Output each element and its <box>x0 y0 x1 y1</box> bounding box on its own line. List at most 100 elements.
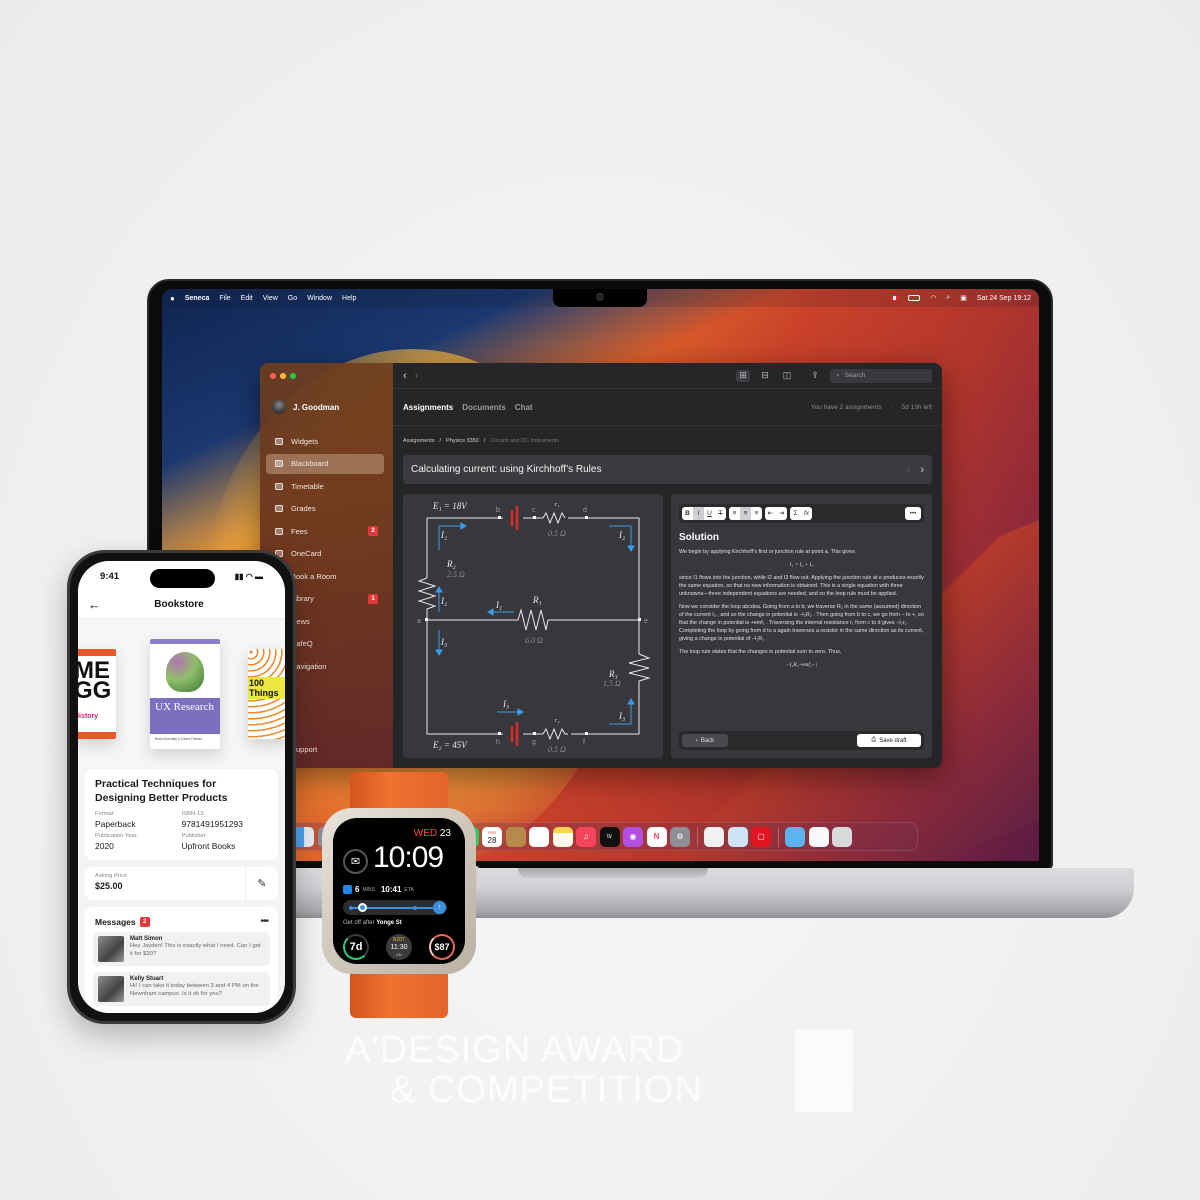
function-icon[interactable]: fx <box>801 507 812 520</box>
batteries <box>510 506 519 746</box>
zoom-window-button[interactable] <box>290 373 296 379</box>
sidebar-item-grades[interactable]: Grades <box>266 499 384 519</box>
mail-icon[interactable]: ✉ <box>343 849 368 874</box>
edit-price-button[interactable]: ✎ <box>245 867 278 900</box>
reminders-icon[interactable] <box>529 826 549 847</box>
breadcrumb-course[interactable]: Physics 3350 <box>446 438 479 444</box>
solution-paragraph[interactable]: The loop rule states that the changes in… <box>679 648 924 656</box>
align-right-icon[interactable]: ≡ <box>751 507 762 520</box>
folder-icon[interactable] <box>785 826 805 847</box>
menu-edit[interactable]: Edit <box>241 295 253 302</box>
tab-chat[interactable]: Chat <box>515 403 533 412</box>
calendar-icon[interactable]: FEB 28 <box>482 826 502 847</box>
sum-icon[interactable]: Σ <box>790 507 801 520</box>
sidebar-item-fees[interactable]: Fees 2 <box>266 521 384 541</box>
sidebar-item-widgets[interactable]: Widgets <box>266 431 384 451</box>
sidebar-item-blackboard[interactable]: Blackboard <box>266 453 384 474</box>
next-assignment-button[interactable]: › <box>920 464 924 476</box>
user-profile[interactable]: J. Goodman <box>272 400 339 414</box>
solution-paragraph[interactable]: We begin by applying Kirchhoff’s first o… <box>679 548 924 556</box>
menu-view[interactable]: View <box>263 295 278 302</box>
search-icon[interactable]: ⌕ <box>946 294 950 302</box>
previous-assignment-button[interactable]: ‹ <box>907 464 911 476</box>
screen-app-icon[interactable]: ▢ <box>751 826 771 847</box>
control-center-icon[interactable]: ▣ <box>960 294 967 302</box>
tv-icon[interactable]: tv <box>599 826 620 847</box>
contacts-icon[interactable] <box>505 826 526 847</box>
wifi-icon[interactable]: ◠ <box>930 294 936 302</box>
trash-icon[interactable] <box>832 826 852 847</box>
tab-documents[interactable]: Documents <box>462 403 506 412</box>
message-item[interactable]: Kelly Stuart Hi! I can take it today betw… <box>93 972 270 1006</box>
menu-go[interactable]: Go <box>288 295 297 302</box>
book-cover-right[interactable]: 100 Things <box>248 649 285 739</box>
menu-file[interactable]: File <box>219 295 230 302</box>
textedit-icon[interactable] <box>704 826 724 847</box>
book-cover-left[interactable]: MEGGHistory <box>78 649 116 739</box>
complication-balance[interactable]: $87 <box>429 934 455 960</box>
bold-button[interactable]: B <box>682 507 693 520</box>
menu-window[interactable]: Window <box>307 295 332 302</box>
settings-icon[interactable]: ⚙ <box>670 826 690 847</box>
user-name: J. Goodman <box>293 402 340 412</box>
strikethrough-button[interactable]: T <box>715 507 726 520</box>
list-view-icon[interactable]: ⊟ <box>758 370 772 382</box>
podcasts-icon[interactable]: ◉ <box>623 826 643 847</box>
indent-icon[interactable]: ⇥ <box>776 507 787 520</box>
minimize-window-button[interactable] <box>280 373 286 379</box>
forward-nav-button[interactable]: › <box>415 370 419 382</box>
year-value: 2020 <box>95 841 114 851</box>
sidebar-item-timetable[interactable]: Timetable <box>266 476 384 496</box>
apple-menu-icon[interactable]: ● <box>170 294 175 303</box>
solution-paragraph[interactable]: Now we consider the loop abcdea. Going f… <box>679 603 924 643</box>
close-window-button[interactable] <box>270 373 276 379</box>
grid-view-icon[interactable]: ⊞ <box>736 369 750 382</box>
resistor-R3 <box>628 653 651 686</box>
label-R2: R₂ <box>446 559 456 569</box>
search-input[interactable]: ⌕ Search <box>830 368 932 383</box>
share-icon[interactable]: ⇪ <box>808 370 822 382</box>
messages-heading: Messages <box>95 916 136 927</box>
align-center-icon[interactable]: ≡ <box>740 507 751 520</box>
underline-button[interactable]: U <box>704 507 715 520</box>
app-menu[interactable]: Seneca <box>185 295 210 302</box>
back-arrow-icon[interactable]: ← <box>88 597 101 612</box>
node-h <box>498 732 501 735</box>
more-button[interactable]: ••• <box>905 507 921 520</box>
news-icon[interactable]: N <box>646 826 667 847</box>
more-options-icon[interactable]: ••• <box>260 916 268 927</box>
align-left-icon[interactable]: ≡ <box>729 507 740 520</box>
italic-button[interactable]: I <box>693 507 704 520</box>
menu-help[interactable]: Help <box>342 295 356 302</box>
book-carousel[interactable]: MEGGHistory UX Research Brad Nunnally & … <box>78 619 285 769</box>
save-draft-button[interactable]: ⎙ Save draft <box>857 734 921 747</box>
resistor-R1 <box>517 608 549 631</box>
equation-loop[interactable]: −I₂R₂+emf₁−| <box>679 661 924 669</box>
trackpad-notch <box>518 868 708 878</box>
sidebar-view-icon[interactable]: ◫ <box>780 370 794 382</box>
transit-info: 6 MINS 10:41 ETA <box>343 885 414 894</box>
back-button[interactable]: ‹ Back <box>682 734 728 747</box>
complication-room[interactable]: B207 11:30 AM <box>386 934 412 960</box>
solution-paragraph[interactable]: since I1 flows into the junction, while … <box>679 574 924 598</box>
finder-icon[interactable] <box>294 826 314 847</box>
notes-icon[interactable] <box>552 826 573 847</box>
outdent-icon[interactable]: ⇤ <box>765 507 776 520</box>
widgets-icon <box>275 437 283 445</box>
preview-icon[interactable] <box>727 826 748 847</box>
editor-footer: ‹ Back ⎙ Save draft <box>679 731 924 750</box>
math-group: Σ fx <box>790 507 812 520</box>
tab-assignments[interactable]: Assignments <box>403 403 453 412</box>
book-cover-center[interactable]: UX Research Brad Nunnally & David Farkas <box>150 639 220 749</box>
music-icon[interactable]: ♫ <box>576 826 596 847</box>
back-nav-button[interactable]: ‹ <box>403 370 407 382</box>
document-icon[interactable] <box>808 826 829 847</box>
complication-days[interactable]: 7d <box>343 934 369 960</box>
value-r1: 0.5 Ω <box>548 529 566 538</box>
canada-flag-icon[interactable] <box>891 295 899 301</box>
breadcrumb-assignments[interactable]: Assignments <box>403 438 435 444</box>
message-item[interactable]: Matt Simon Hey Jayden! This is exactly wh… <box>93 932 270 966</box>
equation-junction[interactable]: I₁ = I₂ + I₃ <box>679 561 924 569</box>
battery-icon[interactable] <box>908 295 921 301</box>
menubar-clock[interactable]: Sat 24 Sep 19:12 <box>977 295 1031 302</box>
